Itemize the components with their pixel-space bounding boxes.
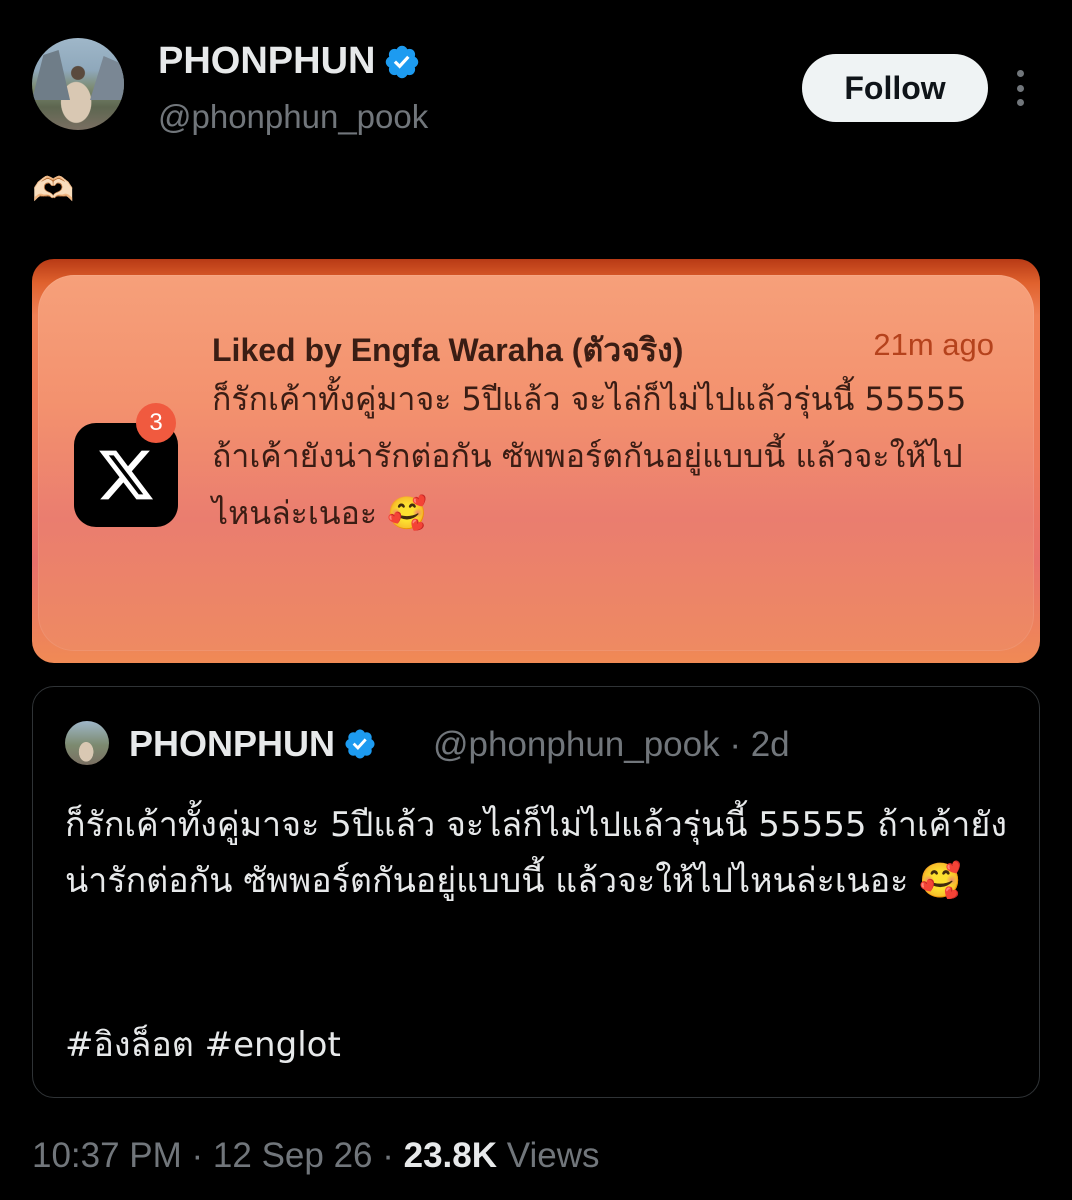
tweet-meta: 10:37 PM · 12 Sep 26 · 23.8K Views <box>32 1136 599 1176</box>
quoted-handle-time: @phonphun_pook · 2d <box>433 725 790 764</box>
tweet-timestamp[interactable]: 10:37 PM · 12 Sep 26 · <box>32 1136 404 1175</box>
quoted-author-avatar <box>65 721 109 765</box>
notification-count-badge: 3 <box>136 403 176 443</box>
views-count: 23.8K <box>403 1136 498 1175</box>
author-name-text[interactable]: PHONPHUN <box>158 40 375 83</box>
verified-badge-icon <box>345 729 375 759</box>
more-options-icon[interactable] <box>1004 70 1036 106</box>
notification-time: 21m ago <box>873 327 994 362</box>
quoted-author-name: PHONPHUN <box>129 723 377 765</box>
attached-image[interactable]: 3 Liked by Engfa Waraha (ตัวจริง) 21m ag… <box>32 259 1040 663</box>
quoted-author-name-text: PHONPHUN <box>129 723 336 764</box>
quoted-tweet-hashtags[interactable]: #อิงล็อต #englot <box>65 1017 341 1071</box>
notification-body: ก็รักเค้าทั้งคู่มาจะ 5ปีแล้ว จะไล่ก็ไม่ไ… <box>212 380 967 532</box>
verified-badge-icon <box>386 45 419 78</box>
notification-card: 3 Liked by Engfa Waraha (ตัวจริง) 21m ag… <box>38 275 1034 651</box>
quoted-tweet[interactable]: PHONPHUN @phonphun_pook · 2d ก็รักเค้าทั… <box>32 686 1040 1098</box>
author-name[interactable]: PHONPHUN <box>158 40 421 83</box>
tweet-text: 🫶🏻 <box>32 170 75 210</box>
follow-button[interactable]: Follow <box>802 54 988 122</box>
author-handle[interactable]: @phonphun_pook <box>158 98 428 136</box>
quoted-tweet-text: ก็รักเค้าทั้งคู่มาจะ 5ปีแล้ว จะไล่ก็ไม่ไ… <box>65 805 1007 901</box>
author-avatar[interactable] <box>32 38 124 130</box>
x-logo-icon <box>99 450 154 500</box>
avatar-scenery-right <box>90 56 124 100</box>
avatar-scenery <box>32 50 70 100</box>
notification-title: Liked by Engfa Waraha (ตัวจริง) <box>212 332 684 368</box>
views-label: Views <box>497 1136 600 1175</box>
